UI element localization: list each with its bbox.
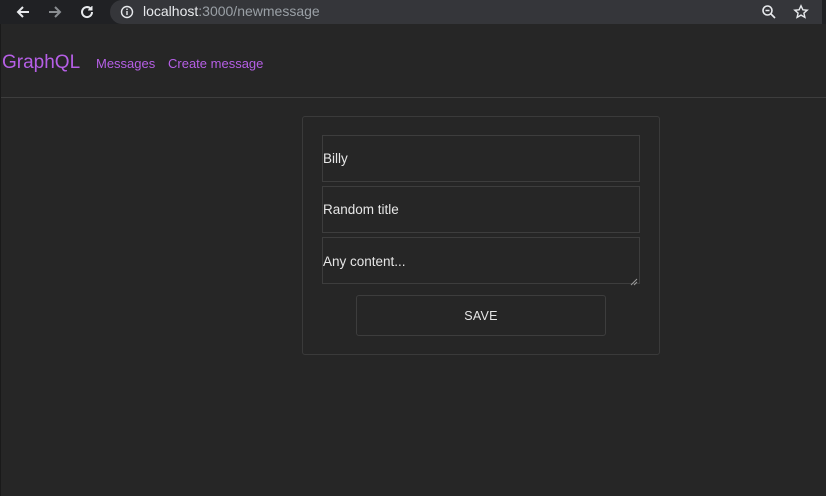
browser-toolbar: localhost:3000/newmessage — [0, 0, 826, 24]
back-arrow-icon[interactable] — [11, 0, 35, 24]
forward-arrow-icon[interactable] — [43, 0, 67, 24]
resize-grip-icon[interactable] — [630, 274, 638, 286]
save-button[interactable]: SAVE — [356, 295, 606, 336]
title-input[interactable]: Random title — [322, 186, 640, 233]
brand-logo[interactable]: GraphQL — [2, 52, 80, 74]
reload-icon[interactable] — [75, 0, 99, 24]
content-textarea[interactable]: Any content... — [322, 237, 640, 286]
url-host: localhost — [143, 3, 199, 19]
star-icon[interactable] — [789, 0, 813, 24]
url-path: :3000/newmessage — [198, 3, 320, 19]
nav-link-messages[interactable]: Messages — [96, 56, 155, 71]
content-textarea-value: Any content... — [323, 254, 406, 269]
new-message-form: Billy Random title Any content... SAVE — [302, 116, 660, 355]
info-icon[interactable] — [120, 5, 134, 24]
author-input[interactable]: Billy — [322, 135, 640, 182]
navbar: GraphQL Messages Create message — [1, 24, 826, 98]
author-input-value: Billy — [323, 151, 348, 166]
url-text: localhost:3000/newmessage — [143, 3, 320, 19]
address-bar[interactable]: localhost:3000/newmessage — [110, 0, 822, 24]
zoom-out-icon[interactable] — [757, 0, 781, 24]
nav-link-create-message[interactable]: Create message — [168, 56, 263, 71]
page: GraphQL Messages Create message Billy Ra… — [0, 24, 826, 496]
title-input-value: Random title — [323, 202, 399, 217]
